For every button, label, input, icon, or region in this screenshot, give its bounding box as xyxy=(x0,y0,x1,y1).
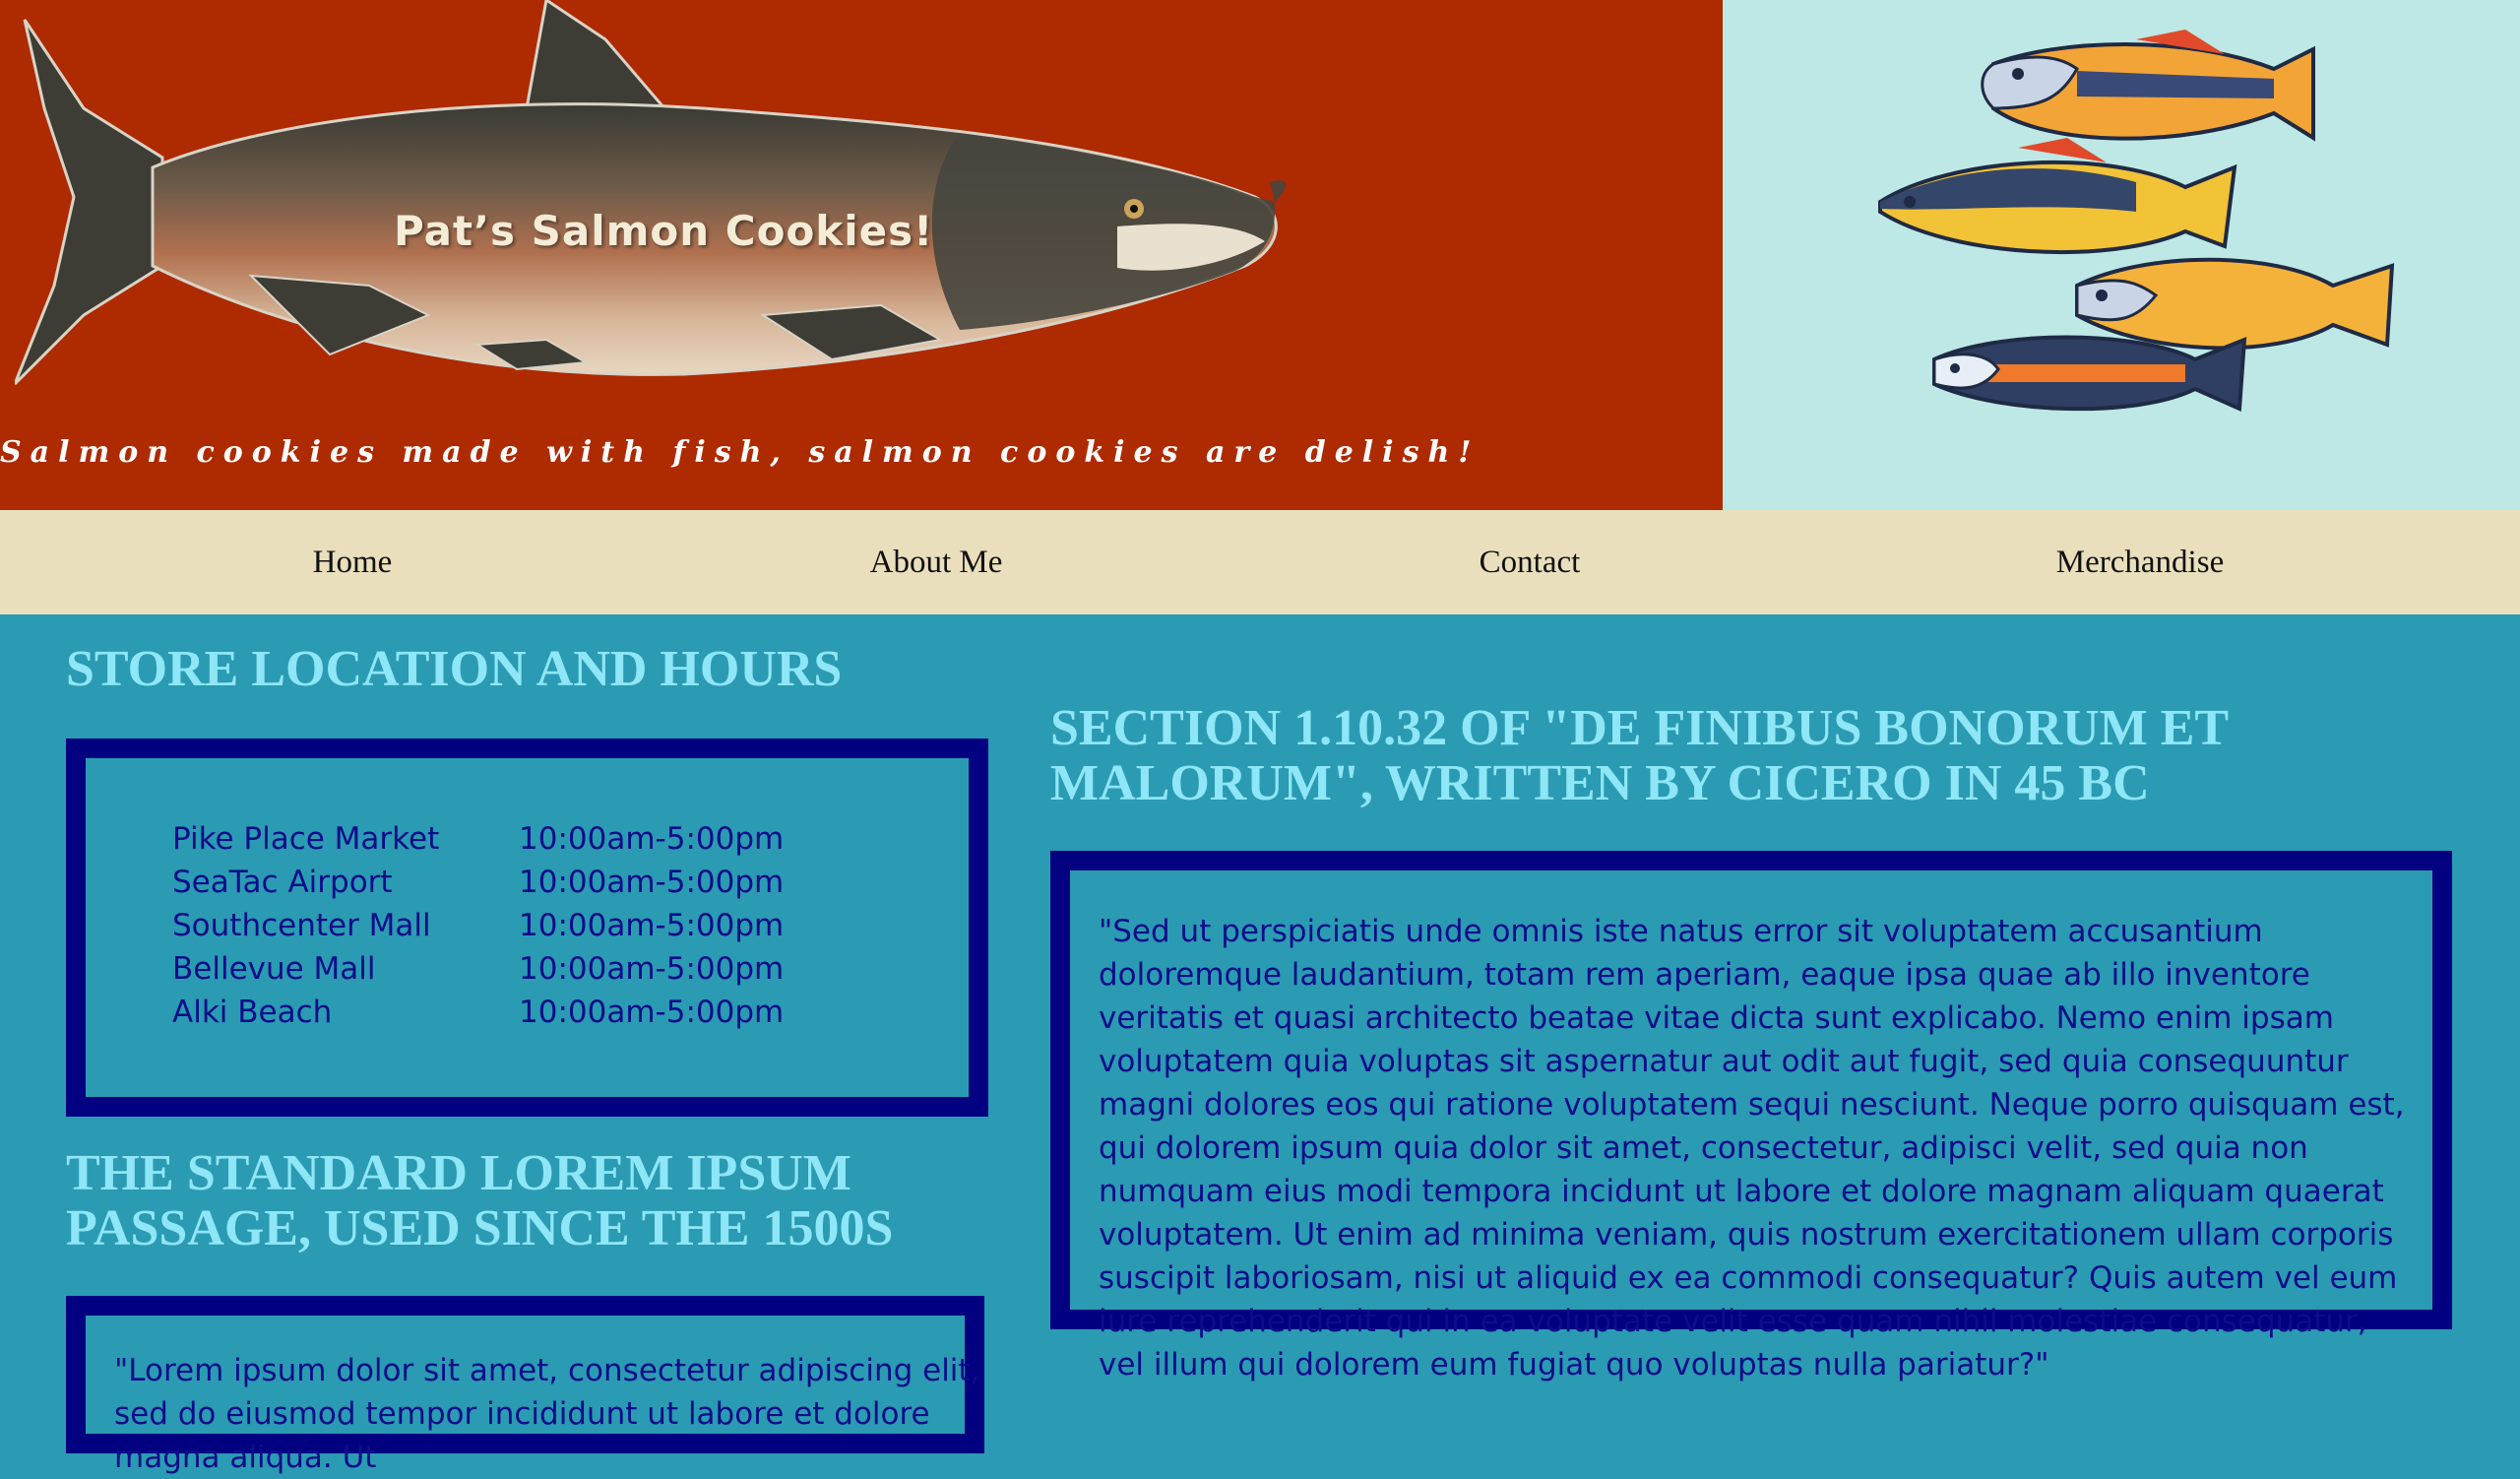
nav-merchandise[interactable]: Merchandise xyxy=(2056,545,2224,581)
cicero-heading: SECTION 1.10.32 OF "DE FINIBUS BONORUM E… xyxy=(1050,700,2229,811)
fish-icon xyxy=(1981,30,2315,142)
table-row: SeaTac Airport 10:00am-5:00pm xyxy=(172,861,784,904)
location-hours: 10:00am-5:00pm xyxy=(519,865,785,900)
location-name: Bellevue Mall xyxy=(172,951,376,987)
fish-graphic-panel xyxy=(1723,0,2520,510)
cicero-paragraph: "Sed ut perspiciatis unde omnis iste nat… xyxy=(1099,914,2405,1383)
lorem-paragraph: "Lorem ipsum dolor sit amet, consectetur… xyxy=(114,1353,980,1475)
main-nav: Home About Me Contact Merchandise xyxy=(0,510,2520,614)
fish-icon xyxy=(1878,138,2237,255)
fish-icon xyxy=(2075,257,2395,351)
store-hours-box: Pike Place Market 10:00am-5:00pm SeaTac … xyxy=(66,739,988,1117)
nav-home[interactable]: Home xyxy=(313,545,393,581)
lorem-box: "Lorem ipsum dolor sit amet, consectetur… xyxy=(66,1296,984,1475)
location-name: SeaTac Airport xyxy=(172,865,393,900)
store-hours-table: Pike Place Market 10:00am-5:00pm SeaTac … xyxy=(172,817,784,1034)
site-title: Pat’s Salmon Cookies! xyxy=(394,207,934,255)
location-name: Pike Place Market xyxy=(172,821,440,857)
location-name: Southcenter Mall xyxy=(172,908,431,943)
table-row: Southcenter Mall 10:00am-5:00pm xyxy=(172,904,784,947)
location-hours: 10:00am-5:00pm xyxy=(519,995,785,1030)
location-hours: 10:00am-5:00pm xyxy=(519,908,785,943)
table-row: Pike Place Market 10:00am-5:00pm xyxy=(172,817,784,861)
table-row: Alki Beach 10:00am-5:00pm xyxy=(172,991,784,1034)
site-tagline: Salmon cookies made with fish, salmon co… xyxy=(0,435,1480,470)
location-hours: 10:00am-5:00pm xyxy=(519,821,785,857)
nav-about-me[interactable]: About Me xyxy=(870,545,1003,581)
location-hours: 10:00am-5:00pm xyxy=(519,951,785,987)
store-hours-heading: STORE LOCATION AND HOURS xyxy=(66,641,843,697)
lorem-heading: THE STANDARD LOREM IPSUM PASSAGE, USED S… xyxy=(66,1145,894,1256)
hero-banner: Pat’s Salmon Cookies! Salmon cookies mad… xyxy=(0,0,1723,510)
site-header: Pat’s Salmon Cookies! Salmon cookies mad… xyxy=(0,0,2520,510)
fish-group-illustration xyxy=(1878,30,2395,412)
nav-contact[interactable]: Contact xyxy=(1480,545,1581,581)
cicero-box: "Sed ut perspiciatis unde omnis iste nat… xyxy=(1050,851,2452,1383)
location-name: Alki Beach xyxy=(172,995,333,1030)
table-row: Bellevue Mall 10:00am-5:00pm xyxy=(172,947,784,991)
